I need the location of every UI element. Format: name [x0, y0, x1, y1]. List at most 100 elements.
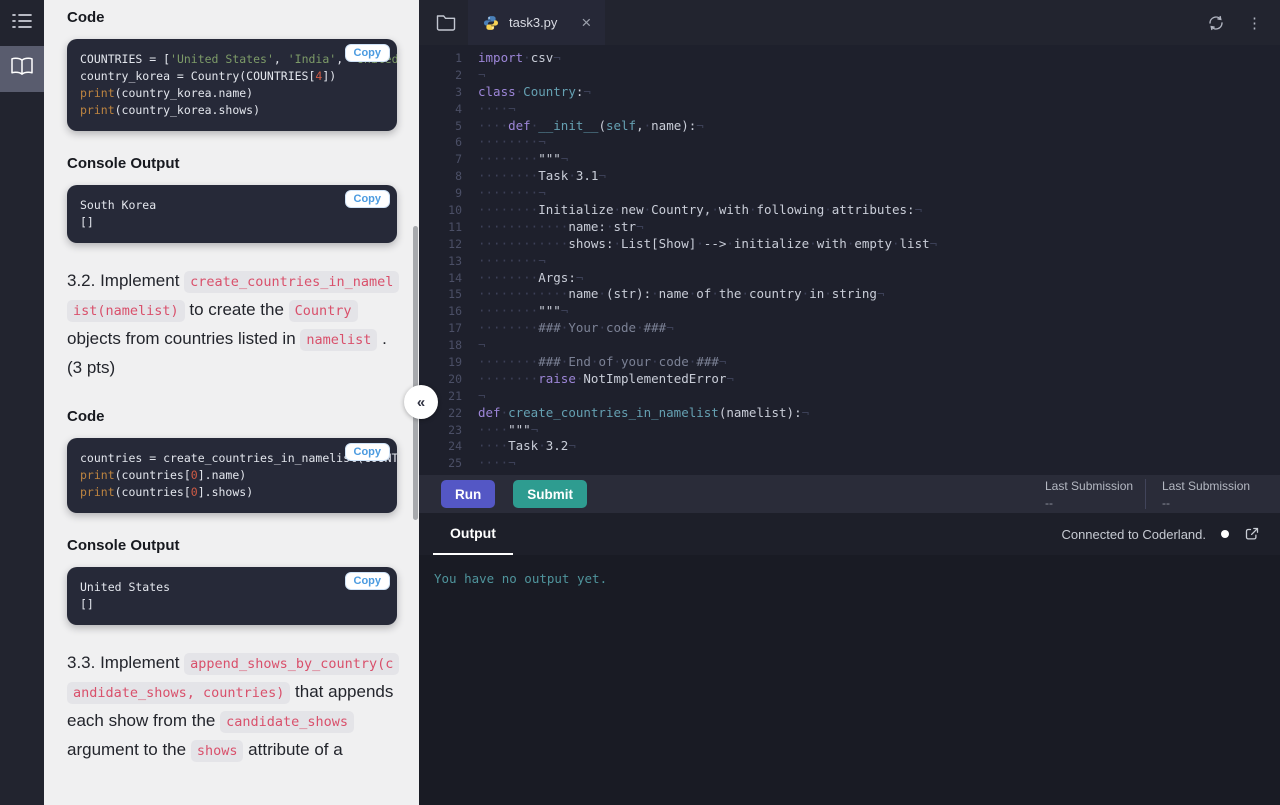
line-number: 8 [455, 169, 462, 184]
line-number: 7 [455, 152, 462, 167]
last-submission-area: Last Submission -- Last Submission -- [1045, 479, 1280, 510]
tabbar-actions: ⋮ [1207, 14, 1262, 32]
editor-line: 24 ····Task·3.2¬ [419, 438, 1280, 455]
console-output-block: Copy South Korea [] [67, 185, 397, 243]
editor-line: 6 ········¬ [419, 134, 1280, 151]
app-window: Code Copy COUNTRIES = ['United States', 'I… [0, 0, 1280, 805]
tab-filename: task3.py [509, 15, 558, 30]
line-number: 17 [448, 321, 462, 336]
inline-code: Country [288, 300, 358, 322]
editor-line: 10 ········Initialize·new·Country,·with·f… [419, 202, 1280, 219]
editor-tabbar: task3.py × ⋮ [419, 0, 1280, 45]
paragraph-text: attribute of a [243, 740, 343, 759]
last-submission-label: Last Submission [1162, 478, 1251, 493]
inline-code: shows [190, 740, 244, 762]
last-submission-value: -- [1162, 495, 1170, 510]
line-number: 12 [448, 236, 462, 251]
line-number: 4 [455, 101, 462, 116]
line-number: 5 [455, 118, 462, 133]
collapse-panel-button[interactable]: « [404, 385, 438, 419]
kebab-menu-icon[interactable]: ⋮ [1247, 14, 1262, 32]
copy-button[interactable]: Copy [344, 44, 390, 62]
line-number: 16 [448, 304, 462, 319]
line-number: 2 [455, 67, 462, 82]
external-link-icon[interactable] [1244, 526, 1260, 542]
sidebar-item-toc[interactable] [0, 0, 44, 46]
connection-status-text: Connected to Coderland. [1061, 526, 1206, 542]
line-number: 9 [455, 186, 462, 201]
editor-line: 11 ············name:·str¬ [419, 219, 1280, 236]
editor-line: 9 ········¬ [419, 185, 1280, 202]
line-number: 10 [448, 203, 462, 218]
editor-line: 7 ········"""¬ [419, 151, 1280, 168]
status-dot-icon [1221, 530, 1229, 538]
divider [1145, 479, 1146, 509]
sidebar-item-instructions[interactable] [0, 46, 44, 92]
line-number: 23 [448, 422, 462, 437]
close-tab-icon[interactable]: × [581, 14, 591, 31]
copy-button[interactable]: Copy [344, 572, 390, 590]
last-submission-label: Last Submission [1045, 478, 1134, 493]
editor-line: 8 ········Task·3.1¬ [419, 168, 1280, 185]
instructions-scrollbar[interactable] [413, 226, 418, 520]
code-line: COUNTRIES = ['United States', 'India', '… [80, 52, 397, 66]
section-heading: Code [67, 9, 105, 26]
paragraph-text: argument to the [67, 740, 191, 759]
line-number: 1 [455, 51, 462, 65]
editor-line: 3 class·Country:¬ [419, 84, 1280, 101]
output-bar: Output Connected to Coderland. [419, 513, 1280, 555]
editor-line: 19 ········###·End·of·your·code·###¬ [419, 354, 1280, 371]
line-number: 11 [448, 219, 462, 234]
editor-line: 16 ········"""¬ [419, 303, 1280, 320]
sidebar [0, 0, 44, 805]
copy-button[interactable]: Copy [344, 443, 390, 461]
editor-line: 22 def·create_countries_in_namelist(namel… [419, 405, 1280, 422]
tab-output[interactable]: Output [433, 513, 513, 555]
editor-line: 13 ········¬ [419, 253, 1280, 270]
editor-line: 17 ········###·Your·code·###¬ [419, 320, 1280, 337]
output-console: You have no output yet. [419, 555, 1280, 805]
tab-task3-py[interactable]: task3.py × [468, 0, 606, 45]
submit-button[interactable]: Submit [513, 480, 587, 508]
editor-line: 25 ····¬ [419, 455, 1280, 472]
editor-line: 5 ····def·__init__(self,·name):¬ [419, 118, 1280, 135]
python-icon [483, 15, 499, 31]
section-heading: Console Output [67, 155, 180, 172]
code-line: [] [80, 215, 94, 229]
code-line: United States [80, 580, 171, 594]
chevron-double-left-icon: « [416, 393, 426, 411]
line-number: 14 [448, 270, 462, 285]
action-bar: Run Submit Last Submission -- Last Submi… [419, 475, 1280, 513]
paragraph-text: 3.3. Implement [67, 653, 185, 672]
section-heading: Code [67, 408, 105, 425]
line-number: 19 [448, 355, 462, 370]
line-number: 15 [448, 287, 462, 302]
book-icon [11, 57, 33, 81]
editor-line: 14 ········Args:¬ [419, 270, 1280, 287]
code-line: [] [80, 597, 94, 611]
code-line: country_korea = Country(COUNTRIES[4]) [80, 69, 337, 83]
code-line: countries = create_countries_in_namelist… [80, 451, 397, 465]
code-line: South Korea [80, 198, 157, 212]
last-submission-value: -- [1045, 495, 1053, 510]
last-submission-submit: Last Submission -- [1162, 479, 1258, 510]
code-line: print(country_korea.shows) [80, 103, 261, 117]
console-output-block: Copy United States [] [67, 567, 397, 625]
run-button[interactable]: Run [441, 480, 496, 508]
code-line: print(country_korea.name) [80, 86, 254, 100]
output-empty-message: You have no output yet. [434, 571, 608, 586]
editor-code[interactable]: 1 import·csv¬ 2 ¬ 3 class·Country:¬ 4 ····¬ 5 ···… [419, 45, 1280, 475]
editor-line: 12 ············shows:·List[Show]·-->·init… [419, 236, 1280, 253]
instruction-paragraph: 3.3. Implement append_shows_by_country(c… [67, 649, 400, 765]
refresh-icon[interactable] [1207, 15, 1225, 31]
file-explorer-icon[interactable] [436, 14, 456, 31]
editor-line: 20 ········raise·NotImplementedError¬ [419, 371, 1280, 388]
connection-area: Connected to Coderland. [1061, 526, 1280, 542]
instructions-panel: Code Copy COUNTRIES = ['United States', 'I… [44, 0, 419, 805]
line-number: 3 [455, 84, 462, 99]
editor-panel: « task3.py × ⋮ 1 import·csv¬ 2 ¬ 3 class… [404, 0, 1280, 805]
code-block: Copy countries = create_countries_in_name… [67, 438, 397, 513]
copy-button[interactable]: Copy [344, 190, 390, 208]
instructions-content: Code Copy COUNTRIES = ['United States', 'I… [67, 9, 400, 765]
line-number: 25 [448, 456, 462, 471]
